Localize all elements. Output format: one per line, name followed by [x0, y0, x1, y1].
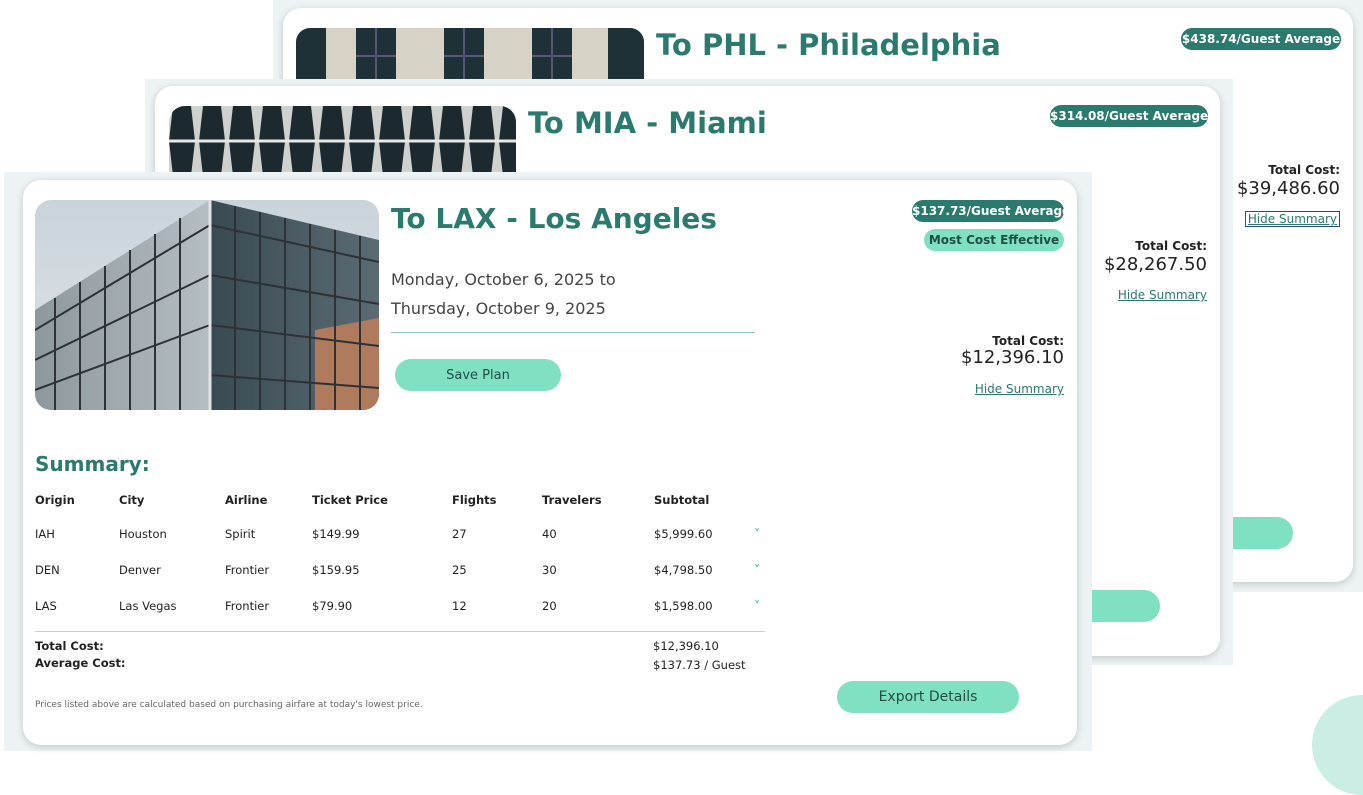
footer-average-value: $137.73 / Guest — [653, 658, 746, 672]
cell-travelers: 30 — [542, 563, 557, 577]
col-flights: Flights — [452, 493, 497, 507]
lax-date-from: Monday, October 6, 2025 to — [391, 270, 616, 289]
table-row: DEN Denver Frontier $159.95 25 30 $4,798… — [35, 552, 777, 588]
cell-origin: IAH — [35, 527, 55, 541]
table-row: LAS Las Vegas Frontier $79.90 12 20 $1,5… — [35, 588, 777, 624]
cell-flights: 27 — [452, 527, 467, 541]
cell-airline: Spirit — [225, 527, 256, 541]
cell-city: Las Vegas — [119, 599, 177, 613]
lax-date-divider — [391, 332, 755, 333]
summary-header-row: Origin City Airline Ticket Price Flights… — [35, 484, 777, 516]
mia-hide-summary-link[interactable]: Hide Summary — [1118, 288, 1207, 302]
cell-city: Denver — [119, 563, 161, 577]
mia-photo — [169, 106, 516, 176]
lax-total-cost-value: $12,396.10 — [960, 347, 1064, 368]
mia-total-cost-value: $28,267.50 — [1103, 254, 1207, 275]
col-travelers: Travelers — [542, 493, 602, 507]
lax-guest-average-badge: $137.73/Guest Average — [912, 200, 1070, 222]
expand-row-chevron-icon[interactable]: ˅ — [754, 516, 777, 552]
lax-hide-summary-link[interactable]: Hide Summary — [975, 382, 1064, 396]
footer-total-value: $12,396.10 — [653, 639, 719, 653]
col-ticket-price: Ticket Price — [312, 493, 388, 507]
cell-flights: 25 — [452, 563, 467, 577]
table-row: IAH Houston Spirit $149.99 27 40 $5,999.… — [35, 516, 777, 552]
cell-subtotal: $1,598.00 — [654, 599, 713, 613]
export-details-button[interactable]: Export Details — [837, 681, 1019, 713]
pricing-disclaimer: Prices listed above are calculated based… — [35, 700, 423, 710]
col-subtotal: Subtotal — [654, 493, 710, 507]
save-plan-button[interactable]: Save Plan — [395, 359, 561, 391]
lax-building-image — [35, 200, 379, 410]
cell-travelers: 40 — [542, 527, 557, 541]
phl-title: To PHL - Philadelphia — [656, 28, 1001, 62]
mia-total-cost-label: Total Cost: — [1135, 239, 1207, 253]
cell-ticket-price: $159.95 — [312, 563, 360, 577]
summary-divider — [35, 631, 765, 632]
mia-title: To MIA - Miami — [528, 106, 767, 140]
most-cost-effective-badge: Most Cost Effective — [924, 229, 1064, 251]
mia-building-image — [169, 106, 516, 176]
col-city: City — [119, 493, 145, 507]
phl-guest-average-badge: $438.74/Guest Average — [1181, 28, 1341, 50]
cell-ticket-price: $149.99 — [312, 527, 360, 541]
mia-guest-average-badge: $314.08/Guest Average — [1050, 105, 1208, 127]
cell-airline: Frontier — [225, 599, 270, 613]
lax-total-cost-label: Total Cost: — [992, 334, 1064, 348]
phl-total-cost-label: Total Cost: — [1268, 163, 1340, 177]
phl-total-cost-value: $39,486.60 — [1236, 178, 1340, 199]
lax-card: To LAX - Los Angeles Monday, October 6, … — [23, 180, 1077, 745]
summary-table: Origin City Airline Ticket Price Flights… — [35, 484, 777, 624]
cell-travelers: 20 — [542, 599, 557, 613]
expand-row-chevron-icon[interactable]: ˅ — [754, 552, 777, 588]
cell-city: Houston — [119, 527, 167, 541]
decorative-circle — [1312, 695, 1363, 795]
footer-average-label: Average Cost: — [35, 656, 126, 670]
phl-hide-summary-link[interactable]: Hide Summary — [1244, 211, 1340, 227]
footer-total-label: Total Cost: — [35, 639, 104, 653]
lax-title: To LAX - Los Angeles — [391, 202, 717, 235]
expand-row-chevron-icon[interactable]: ˅ — [754, 588, 777, 624]
cell-origin: LAS — [35, 599, 57, 613]
cell-ticket-price: $79.90 — [312, 599, 353, 613]
summary-heading: Summary: — [35, 452, 150, 476]
cell-airline: Frontier — [225, 563, 270, 577]
lax-photo — [35, 200, 379, 410]
lax-date-to: Thursday, October 9, 2025 — [391, 299, 606, 318]
cell-subtotal: $5,999.60 — [654, 527, 713, 541]
col-origin: Origin — [35, 493, 75, 507]
cell-origin: DEN — [35, 563, 60, 577]
col-airline: Airline — [225, 493, 268, 507]
cell-flights: 12 — [452, 599, 467, 613]
cell-subtotal: $4,798.50 — [654, 563, 713, 577]
